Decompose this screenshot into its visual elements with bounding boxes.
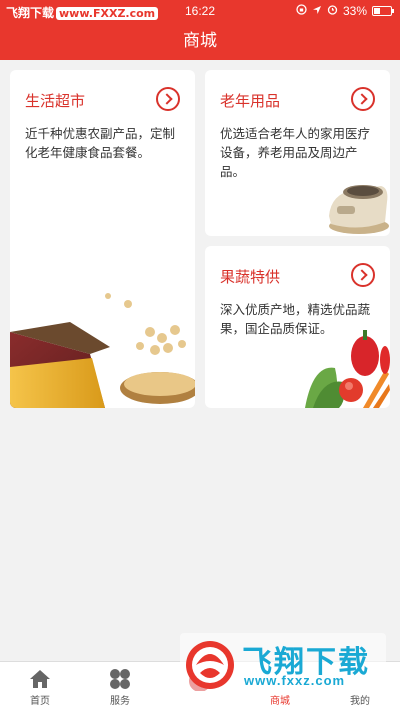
card-title: 果蔬特供 [220,268,281,286]
watermark-overlay: 飞翔下载 www.fxxz.com [180,633,386,693]
home-icon [30,670,50,688]
card-title: 生活超市 [25,92,86,110]
tab-label: 我的 [350,696,370,707]
nav-bar: 商城 [0,22,400,60]
chevron-right-icon[interactable] [351,263,375,287]
grains-image [10,292,195,408]
foot-bath-image [323,172,390,236]
alarm-icon [327,4,338,18]
tab-service[interactable]: 服务 [80,662,160,709]
location-icon [312,4,322,18]
tab-label: 商城 [270,696,290,707]
tab-home[interactable]: 首页 [0,662,80,709]
battery-percent: 33% [342,4,367,18]
tab-label: 首页 [30,696,50,707]
tab-label: 服务 [110,696,130,707]
status-bar: 飞翔下载 www.FXXZ.com 16:22 33% [0,0,400,22]
card-fruits-vegetables[interactable]: 果蔬特供 深入优质产地，精选优品蔬果，国企品质保证。 [205,246,390,408]
card-title: 老年用品 [220,92,281,110]
battery-icon [372,6,394,16]
chevron-right-icon[interactable] [351,87,375,111]
chevron-right-icon[interactable] [156,87,180,111]
watermark-url-text: www.fxxz.com [244,673,346,688]
card-elderly-goods[interactable]: 老年用品 优选适合老年人的家用医疗设备，养老用品及周边产品。 [205,70,390,236]
grid-icon [110,669,130,689]
page-title: 商城 [183,31,217,51]
card-description: 近千种优惠农副产品，定制化老年健康食品套餐。 [25,126,176,160]
card-grocery[interactable]: 生活超市 近千种优惠农副产品，定制化老年健康食品套餐。 [10,70,195,408]
lock-rotation-icon [296,4,307,18]
vegetables-image [303,324,390,408]
status-right: 33% [296,4,394,18]
